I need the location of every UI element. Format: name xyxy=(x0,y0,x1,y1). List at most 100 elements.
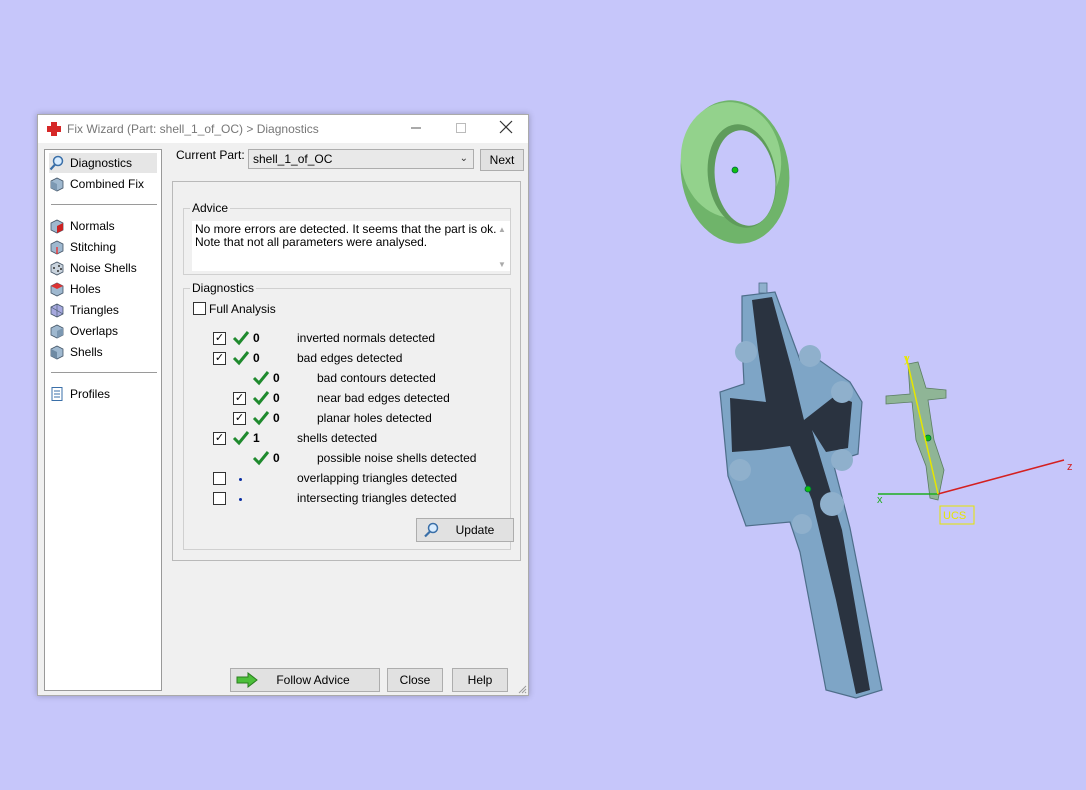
near-bad-edges-checkbox[interactable]: ✓ xyxy=(233,392,246,405)
nav-item-overlaps[interactable]: Overlaps xyxy=(49,321,157,341)
close-button[interactable]: Close xyxy=(387,668,443,692)
axis-z-label: z xyxy=(1067,461,1073,473)
near-bad-edges-count: 0 xyxy=(273,391,280,405)
ucs-axes xyxy=(878,355,1065,525)
axis-y-label: y xyxy=(904,353,910,365)
check-ok-icon xyxy=(252,451,270,466)
nav-label: Combined Fix xyxy=(70,177,145,191)
figure-model[interactable] xyxy=(885,361,947,501)
noise-shells-cube-icon xyxy=(50,261,64,276)
ring-model[interactable] xyxy=(672,93,799,251)
check-ok-icon xyxy=(252,371,270,386)
advice-title: Advice xyxy=(190,201,231,215)
axis-x-label: x xyxy=(877,494,883,506)
cube-icon xyxy=(50,177,64,192)
check-ok-icon xyxy=(232,331,250,346)
check-ok-icon xyxy=(232,431,250,446)
nav-label: Stitching xyxy=(70,240,117,254)
window-title: Fix Wizard (Part: shell_1_of_OC) > Diagn… xyxy=(67,122,319,136)
intersecting-triangles-label: intersecting triangles detected xyxy=(297,491,457,505)
document-icon xyxy=(51,387,63,401)
shells-checkbox[interactable]: ✓ xyxy=(213,432,226,445)
noise-shells-label: possible noise shells detected xyxy=(317,451,477,465)
nav-item-combined-fix[interactable]: Combined Fix xyxy=(49,174,157,194)
scroll-down-icon[interactable]: ▼ xyxy=(494,258,510,271)
stitching-cube-icon xyxy=(50,240,64,255)
nav-item-noise-shells[interactable]: Noise Shells xyxy=(49,258,157,278)
check-ok-icon xyxy=(232,351,250,366)
noise-shells-count: 0 xyxy=(273,451,280,465)
full-analysis-checkbox[interactable] xyxy=(193,302,206,315)
follow-advice-button[interactable]: Follow Advice xyxy=(230,668,380,692)
inverted-normals-checkbox[interactable]: ✓ xyxy=(213,332,226,345)
check-ok-icon xyxy=(252,391,270,406)
current-part-value: shell_1_of_OC xyxy=(253,152,333,166)
nav-divider xyxy=(51,372,157,373)
chevron-down-icon: ⌄ xyxy=(459,153,468,164)
fix-wizard-dialog: Fix Wizard (Part: shell_1_of_OC) > Diagn… xyxy=(37,114,529,696)
inverted-normals-label: inverted normals detected xyxy=(297,331,436,345)
nav-divider xyxy=(51,204,157,205)
next-button[interactable]: Next xyxy=(480,149,524,171)
magnifier-icon xyxy=(424,522,439,538)
pending-dot-icon xyxy=(239,478,242,481)
planar-holes-label: planar holes detected xyxy=(317,411,432,425)
overlapping-triangles-label: overlapping triangles detected xyxy=(297,471,458,485)
near-bad-edges-label: near bad edges detected xyxy=(317,391,450,405)
nav-item-holes[interactable]: Holes xyxy=(49,279,157,299)
advice-text-box[interactable]: No more errors are detected. It seems th… xyxy=(192,221,510,271)
cross-model[interactable] xyxy=(719,282,883,699)
bad-edges-checkbox[interactable]: ✓ xyxy=(213,352,226,365)
minimize-button[interactable] xyxy=(393,115,438,143)
help-button[interactable]: Help xyxy=(452,668,508,692)
normals-cube-icon xyxy=(50,219,64,234)
update-label: Update xyxy=(455,523,495,537)
nav-label: Holes xyxy=(70,282,101,296)
current-part-select[interactable]: shell_1_of_OC ⌄ xyxy=(248,149,474,169)
triangles-cube-icon xyxy=(50,303,64,318)
bad-contours-label: bad contours detected xyxy=(317,371,436,385)
bad-edges-count: 0 xyxy=(253,351,260,365)
shells-label: shells detected xyxy=(297,431,378,445)
nav-item-diagnostics[interactable]: Diagnostics xyxy=(49,153,157,173)
title-bar[interactable]: Fix Wizard (Part: shell_1_of_OC) > Diagn… xyxy=(38,115,528,143)
magnifier-icon xyxy=(49,155,64,171)
minimize-icon xyxy=(410,127,421,129)
nav-label: Diagnostics xyxy=(70,156,133,170)
arrow-right-icon xyxy=(236,672,258,688)
planar-holes-checkbox[interactable]: ✓ xyxy=(233,412,246,425)
update-button[interactable]: Update xyxy=(416,518,514,542)
inverted-normals-count: 0 xyxy=(253,331,260,345)
resize-grip-icon[interactable] xyxy=(517,684,527,694)
nav-label: Triangles xyxy=(70,303,119,317)
close-window-button[interactable] xyxy=(483,115,528,143)
nav-item-shells[interactable]: Shells xyxy=(49,342,157,362)
nav-label: Shells xyxy=(70,345,103,359)
maximize-button xyxy=(438,115,483,143)
nav-item-triangles[interactable]: Triangles xyxy=(49,300,157,320)
maximize-icon xyxy=(455,123,466,133)
nav-label: Normals xyxy=(70,219,115,233)
nav-item-normals[interactable]: Normals xyxy=(49,216,157,236)
close-icon xyxy=(499,120,512,134)
diagnostics-title: Diagnostics xyxy=(190,281,257,295)
scroll-up-icon[interactable]: ▲ xyxy=(494,223,510,236)
full-analysis-label: Full Analysis xyxy=(209,302,276,316)
app-cross-icon xyxy=(47,122,61,136)
check-ok-icon xyxy=(252,411,270,426)
shells-cube-icon xyxy=(50,345,64,360)
follow-advice-label: Follow Advice xyxy=(276,673,350,687)
bad-contours-count: 0 xyxy=(273,371,280,385)
holes-cube-icon xyxy=(50,282,64,297)
nav-label: Overlaps xyxy=(70,324,119,338)
nav-item-profiles[interactable]: Profiles xyxy=(49,384,157,404)
current-part-label: Current Part: xyxy=(176,148,245,162)
advice-line-2: Note that not all parameters were analys… xyxy=(195,235,428,249)
pending-dot-icon xyxy=(239,498,242,501)
overlapping-triangles-checkbox[interactable] xyxy=(213,472,226,485)
diagnostics-group: Diagnostics Full Analysis ✓ 0 inverted n… xyxy=(183,281,514,550)
intersecting-triangles-checkbox[interactable] xyxy=(213,492,226,505)
advice-scrollbar[interactable]: ▲ ▼ xyxy=(494,221,510,271)
ucs-label: UCS xyxy=(943,510,966,522)
nav-item-stitching[interactable]: Stitching xyxy=(49,237,157,257)
